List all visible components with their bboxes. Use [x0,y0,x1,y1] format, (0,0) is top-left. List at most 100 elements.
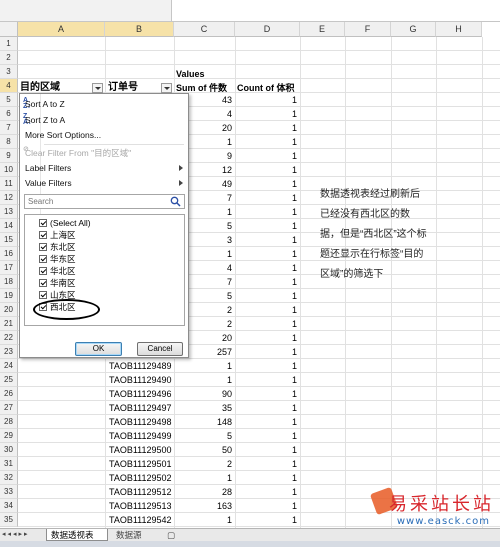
row-header[interactable]: 3 [0,65,18,79]
count-cell[interactable]: 1 [235,163,300,177]
row-header[interactable]: 4 [0,79,18,93]
clear-filter-item[interactable]: ⊘ Clear Filter From "目的区域" [20,145,188,161]
count-cell[interactable]: 1 [235,359,300,373]
row-header[interactable]: 12 [0,191,18,205]
name-box[interactable] [0,0,172,21]
count-cell[interactable]: 1 [235,205,300,219]
column-header-f[interactable]: F [345,22,391,37]
row-header[interactable]: 1 [0,37,18,51]
order-number-cell[interactable]: TAOB11129542 [107,513,175,527]
sum-cell[interactable]: 148 [174,415,235,429]
filter-search-input[interactable] [25,195,165,208]
order-number-cell[interactable] [107,51,175,65]
count-cell[interactable]: 1 [235,149,300,163]
row-header[interactable]: 22 [0,331,18,345]
row-header[interactable]: 32 [0,471,18,485]
sum-cell[interactable]: 28 [174,485,235,499]
value-filters-item[interactable]: Value Filters [20,175,188,191]
checkbox-checked[interactable] [39,291,47,299]
column-header-c[interactable]: C [174,22,235,37]
insert-sheet-icon[interactable]: ▢ [163,529,177,541]
label-filters-item[interactable]: Label Filters [20,160,188,176]
row-header[interactable]: 7 [0,121,18,135]
sum-cell[interactable] [174,37,235,51]
sheet-navigation-arrows-icon[interactable]: ◂◂◂▸▸ [2,530,30,538]
order-number-cell[interactable]: TAOB11129512 [107,485,175,499]
ok-button[interactable]: OK [75,342,122,356]
count-cell[interactable]: 1 [235,471,300,485]
select-all-corner[interactable] [0,22,18,37]
count-cell[interactable]: 1 [235,457,300,471]
order-number-cell[interactable]: TAOB11129490 [107,373,175,387]
count-cell[interactable]: 1 [235,289,300,303]
row-labels-filter-button[interactable] [92,83,103,93]
count-cell[interactable]: 1 [235,429,300,443]
more-sort-options-item[interactable]: More Sort Options... [20,127,188,143]
sum-cell[interactable]: 50 [174,443,235,457]
row-header[interactable]: 8 [0,135,18,149]
order-number-cell[interactable]: TAOB11129499 [107,429,175,443]
row-header[interactable]: 10 [0,163,18,177]
row-header[interactable]: 6 [0,107,18,121]
count-cell[interactable]: 1 [235,121,300,135]
count-cell[interactable]: 1 [235,415,300,429]
order-number-cell[interactable]: TAOB11129502 [107,471,175,485]
order-number-cell[interactable]: TAOB11129497 [107,401,175,415]
row-header[interactable]: 21 [0,317,18,331]
count-cell[interactable]: 1 [235,499,300,513]
count-cell[interactable] [235,51,300,65]
checkbox-checked[interactable] [39,219,47,227]
count-cell[interactable]: 1 [235,373,300,387]
column-header-e[interactable]: E [300,22,345,37]
sort-a-to-z-item[interactable]: A Z↓ Sort A to Z [20,96,188,112]
cancel-button[interactable]: Cancel [137,342,183,356]
count-cell[interactable]: 1 [235,107,300,121]
checkbox-checked[interactable] [39,279,47,287]
order-number-cell[interactable]: TAOB11129513 [107,499,175,513]
column-header-d[interactable]: D [235,22,300,37]
column-header-g[interactable]: G [391,22,436,37]
row-header[interactable]: 14 [0,219,18,233]
row-header[interactable]: 23 [0,345,18,359]
order-number-cell[interactable]: TAOB11129496 [107,387,175,401]
row-header[interactable]: 15 [0,233,18,247]
count-cell[interactable] [235,37,300,51]
count-cell[interactable]: 1 [235,93,300,107]
row-header[interactable]: 31 [0,457,18,471]
row-header[interactable]: 26 [0,387,18,401]
sheet-tab-pivot[interactable]: 数据透视表 [46,529,108,541]
sum-cell[interactable]: 5 [174,429,235,443]
column-header-h[interactable]: H [436,22,482,37]
row-header[interactable]: 30 [0,443,18,457]
row-header[interactable]: 9 [0,149,18,163]
order-number-filter-button[interactable] [161,83,172,93]
row-header[interactable]: 33 [0,485,18,499]
row-header[interactable]: 34 [0,499,18,513]
sheet-tab-source[interactable]: 数据源 [112,529,162,541]
column-header-b[interactable]: B [105,22,174,37]
checkbox-checked[interactable] [39,231,47,239]
row-header[interactable]: 28 [0,415,18,429]
row-header[interactable]: 35 [0,513,18,527]
count-cell[interactable]: 1 [235,261,300,275]
count-cell[interactable]: 1 [235,219,300,233]
count-cell[interactable]: 1 [235,303,300,317]
row-header[interactable]: 27 [0,401,18,415]
count-cell[interactable] [235,65,300,79]
row-header[interactable]: 2 [0,51,18,65]
order-number-cell[interactable] [107,65,175,79]
sum-cell[interactable]: 1 [174,513,235,527]
order-number-cell[interactable]: TAOB11129501 [107,457,175,471]
count-cell[interactable]: 1 [235,331,300,345]
sum-cell[interactable]: 1 [174,471,235,485]
checkbox-checked[interactable] [39,267,47,275]
count-cell[interactable]: 1 [235,317,300,331]
filter-search-box[interactable] [24,194,185,209]
row-header[interactable]: 16 [0,247,18,261]
checkbox-checked[interactable] [39,255,47,263]
row-header[interactable]: 29 [0,429,18,443]
sum-cell[interactable]: 2 [174,457,235,471]
count-cell[interactable]: 1 [235,345,300,359]
column-header-a[interactable]: A [18,22,105,37]
count-cell[interactable]: 1 [235,387,300,401]
